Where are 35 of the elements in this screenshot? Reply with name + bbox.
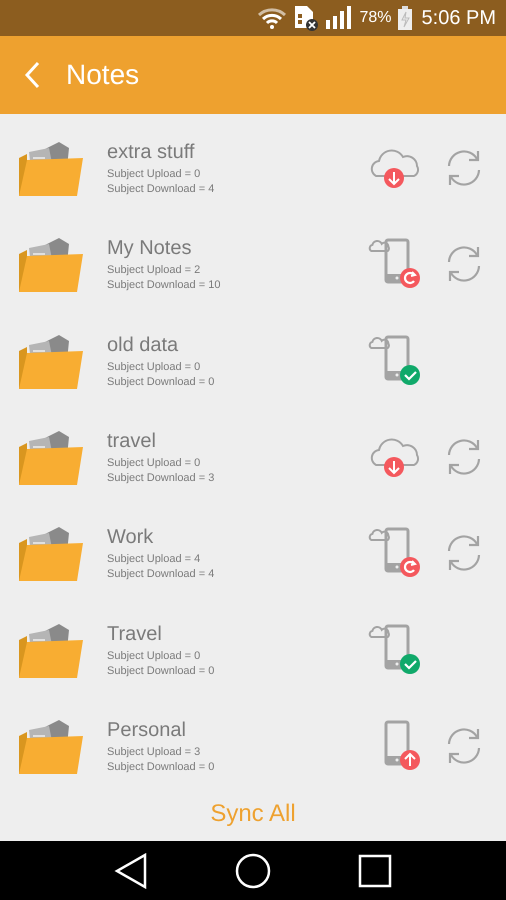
download-count: Subject Download = 10 [107,278,222,294]
sim-card-icon [293,4,320,32]
clock: 5:06 PM [422,6,496,31]
subject-name: travel [107,429,157,454]
subject-name: Personal [107,718,187,743]
download-count: Subject Download = 0 [107,664,216,679]
page-title: Notes [66,58,140,92]
subject-item[interactable]: Work Subject Upload = 4 Subject Download = 4 [0,505,506,602]
upload-count: Subject Upload = 0 [107,648,202,664]
upload-count: Subject Upload = 0 [107,456,202,472]
battery-charging-icon [398,6,412,30]
download-count: Subject Download = 4 [107,182,216,198]
signal-icon [325,6,354,30]
upload-count: Subject Upload = 0 [107,167,202,182]
subject-item[interactable]: travel Subject Upload = 0 Subject Download = 3 [0,408,506,506]
battery-percent: 78% [359,8,392,28]
upload-count: Subject Upload = 2 [107,263,202,278]
subject-name: My Notes [107,236,192,262]
upload-count: Subject Upload = 3 [107,744,202,760]
subject-item[interactable]: My Notes Subject Upload = 2 Subject Download = 10 [0,216,506,313]
download-count: Subject Download = 0 [107,760,216,775]
subject-item[interactable]: Personal Subject Upload = 3 Subject Download = 0 [0,698,506,794]
download-count: Subject Download = 3 [107,471,216,486]
subject-name: Work [107,525,154,550]
wifi-icon [257,7,288,29]
subject-item[interactable]: Travel Subject Upload = 0 Subject Download = 0 [0,601,506,698]
subject-item[interactable]: old data Subject Upload = 0 Subject Download = 0 [0,312,506,409]
subject-name: old data [107,332,180,358]
download-count: Subject Download = 4 [107,567,216,582]
subject-item[interactable]: extra stuff Subject Upload = 0 Subject Download = 4 [0,120,506,216]
subject-name: Travel [107,622,163,647]
upload-count: Subject Upload = 0 [107,360,202,375]
download-count: Subject Download = 0 [107,374,216,390]
upload-count: Subject Upload = 4 [107,552,202,568]
subject-name: extra stuff [107,140,196,166]
